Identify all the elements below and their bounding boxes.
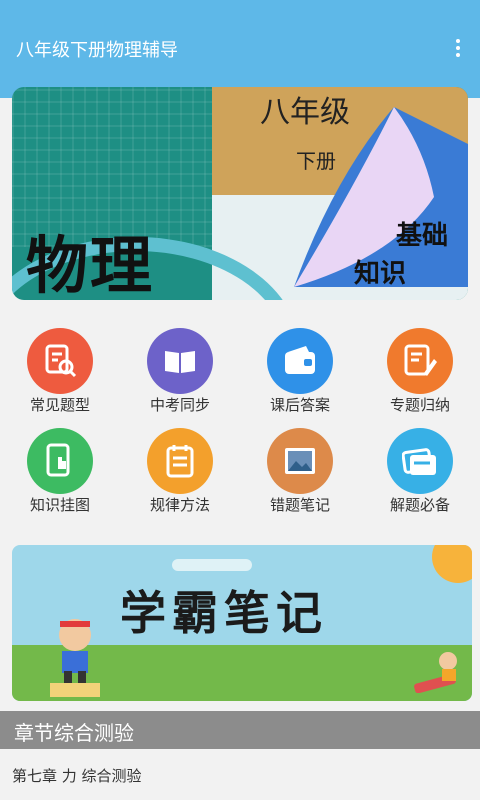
tablet-hand-icon [27, 428, 93, 494]
menu-item-label: 错题笔记 [269, 496, 330, 514]
banner-big-title: 物理 [26, 229, 155, 300]
section-header: 章节综合测验 [0, 711, 480, 749]
menu-item-label: 知识挂图 [29, 496, 90, 514]
wallet-icon [267, 328, 333, 394]
pencil-note-icon [387, 328, 453, 394]
document-search-icon [27, 328, 93, 394]
cloud-graphic [172, 559, 252, 571]
menu-item-topic-summary[interactable]: 专题归纳 [360, 318, 480, 414]
menu-item-label: 中考同步 [149, 396, 210, 414]
list-item-label: 第七章 力 综合测验 [12, 767, 142, 785]
student-illustration [50, 619, 100, 697]
menu-item-homework-answers[interactable]: 课后答案 [240, 318, 360, 414]
picture-icon [267, 428, 333, 494]
menu-item-exam-sync[interactable]: 中考同步 [120, 318, 240, 414]
list-item[interactable]: 第七章 力 综合测验 [0, 749, 480, 800]
app-title: 八年级下册物理辅导 [16, 40, 178, 61]
menu-item-label: 规律方法 [149, 496, 210, 514]
cards-icon [387, 428, 453, 494]
menu-item-label: 专题归纳 [389, 396, 450, 414]
app-bar: 八年级下册物理辅导 [0, 0, 480, 98]
menu-item-rules-methods[interactable]: 规律方法 [120, 418, 240, 514]
open-book-icon [147, 328, 213, 394]
banner-tag-line2: 知识 [354, 259, 407, 289]
menu-item-label: 解题必备 [389, 496, 450, 514]
menu-item-label: 常见题型 [29, 396, 90, 414]
banner-physics-basics[interactable]: 八年级 下册 物理 基础 知识 [12, 87, 468, 300]
menu-item-problem-essentials[interactable]: 解题必备 [360, 418, 480, 514]
banner-study-notes[interactable]: 学霸笔记 [12, 545, 472, 701]
banner-notes-title: 学霸笔记 [120, 586, 328, 640]
girl-illustration [414, 652, 457, 693]
menu-item-mistake-notes[interactable]: 错题笔记 [240, 418, 360, 514]
section-title: 章节综合测验 [14, 721, 134, 745]
sun-graphic [432, 545, 472, 583]
notepad-icon [147, 428, 213, 494]
menu-item-common-questions[interactable]: 常见题型 [0, 318, 120, 414]
menu-item-knowledge-charts[interactable]: 知识挂图 [0, 418, 120, 514]
more-options-icon[interactable] [448, 36, 468, 64]
menu-item-label: 课后答案 [269, 396, 330, 414]
banner-tag-line1: 基础 [396, 221, 449, 251]
